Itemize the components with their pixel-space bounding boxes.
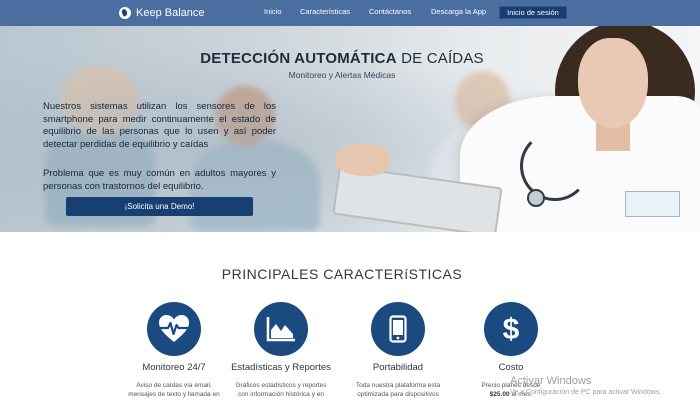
feature-title: Costo <box>498 362 524 373</box>
feature-desc-line: Toda nuestra plataforma esta <box>355 382 441 389</box>
hero-title: DETECCIÓN AUTOMÁTICA DE CAÍDAS <box>0 50 684 67</box>
hero-title-bold: DETECCIÓN AUTOMÁTICA <box>200 50 397 67</box>
features-title: PRINCIPALES CARACTERíSTICAS <box>221 266 463 282</box>
hero-subtitle: Monitoreo y Alertas Médicas <box>288 70 396 80</box>
brand[interactable]: Keep Balance <box>119 4 205 22</box>
brand-name: Keep Balance <box>136 7 205 19</box>
feature-desc-line: mensajes de texto y llamada en <box>128 391 220 398</box>
dollar-icon: $ <box>503 313 520 345</box>
stethoscope-icon <box>527 189 545 207</box>
hero-problem-text: Problema que es muy común en adultos may… <box>43 168 276 192</box>
hero-title-rest: DE CAÍDAS <box>396 50 484 67</box>
feature-icon-circle <box>371 302 425 356</box>
heartbeat-icon <box>159 315 189 342</box>
feature-icon-circle <box>147 302 201 356</box>
price-value: $25.00 <box>489 391 510 398</box>
doctor-hand <box>335 144 390 176</box>
feature-monitoring: Monitoreo 24/7 Aviso de caídas vía email… <box>119 302 229 399</box>
nav-link-caracteristicas[interactable]: Características <box>300 7 350 16</box>
nav-link-contactanos[interactable]: Contáctanos <box>369 7 411 16</box>
activation-watermark-text: Ve a Configuración de PC para activar Wi… <box>510 389 662 396</box>
area-chart-icon <box>266 317 295 342</box>
activation-watermark-title: Activar Windows <box>510 375 592 387</box>
doctor-badge <box>625 191 680 217</box>
hero-banner: DETECCIÓN AUTOMÁTICA DE CAÍDAS Monitoreo… <box>0 26 700 232</box>
feature-desc-line: Aviso de caídas vía email, <box>136 382 212 389</box>
feature-icon-circle: $ <box>484 302 538 356</box>
brand-logo-icon <box>119 7 131 19</box>
svg-text:$: $ <box>503 313 520 345</box>
hero-description: Nuestros sistemas utilizan los sensores … <box>43 101 276 150</box>
request-demo-button[interactable]: ¡Solicita una Demo! <box>66 197 253 216</box>
login-button[interactable]: Inicio de sesión <box>499 6 567 19</box>
feature-description: Toda nuestra plataforma esta optimizada … <box>343 381 453 399</box>
feature-portability: Portabilidad Toda nuestra plataforma est… <box>343 302 453 399</box>
feature-statistics: Estadísticas y Reportes Gráficos estadís… <box>226 302 336 399</box>
feature-desc-line: Gráficos estadísticos y reportes <box>235 382 327 389</box>
feature-description: Gráficos estadísticos y reportes con inf… <box>226 381 336 399</box>
feature-icon-circle <box>254 302 308 356</box>
feature-desc-line: con información histórica y en <box>238 391 324 398</box>
feature-description: Aviso de caídas vía email, mensajes de t… <box>119 381 229 399</box>
nav-link-inicio[interactable]: Inicio <box>264 7 282 16</box>
feature-title: Estadísticas y Reportes <box>231 362 331 373</box>
feature-title: Monitoreo 24/7 <box>142 362 206 373</box>
feature-title: Portabilidad <box>372 362 424 373</box>
top-navbar: Keep Balance Inicio Características Cont… <box>0 0 700 26</box>
feature-desc-line: optimizada para dispositivos <box>357 391 439 398</box>
nav-link-descarga-app[interactable]: Descarga la App <box>431 7 486 16</box>
mobile-phone-icon <box>389 315 407 343</box>
